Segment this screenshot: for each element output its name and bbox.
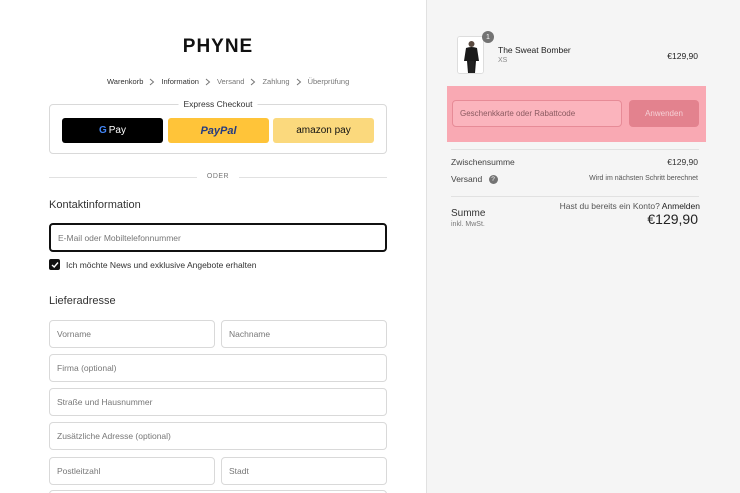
product-variant: XS xyxy=(498,57,508,64)
company-field[interactable]: Firma (optional) xyxy=(49,354,387,382)
breadcrumb: Warenkorb Information Versand Zahlung Üb… xyxy=(107,77,349,86)
chevron-right-icon xyxy=(295,78,303,86)
amazon-pay-button[interactable]: amazon pay xyxy=(273,118,374,143)
brand-logo[interactable]: PHYNE xyxy=(0,36,436,58)
subtotal-label: Zwischensumme xyxy=(451,157,515,167)
amazon-pay-label: amazon pay xyxy=(296,125,351,136)
total-tax-note: inkl. MwSt. xyxy=(451,221,485,228)
total-value: €129,90 xyxy=(647,211,698,227)
product-price: €129,90 xyxy=(667,51,698,61)
address2-field[interactable]: Zusätzliche Adresse (optional) xyxy=(49,422,387,450)
product-image xyxy=(458,37,483,73)
subtotal-value: €129,90 xyxy=(667,157,698,167)
summary-divider xyxy=(451,149,699,150)
or-divider-label: ODER xyxy=(206,173,230,180)
express-checkout-title: Express Checkout xyxy=(178,99,258,109)
login-link[interactable]: Anmelden xyxy=(662,201,700,211)
total-divider xyxy=(451,196,699,197)
last-name-field[interactable]: Nachname xyxy=(221,320,387,348)
paypal-button[interactable]: PayPal xyxy=(168,118,269,143)
newsletter-option[interactable]: Ich möchte News und exklusive Angebote e… xyxy=(49,259,256,270)
chevron-right-icon xyxy=(148,78,156,86)
product-name: The Sweat Bomber xyxy=(498,45,571,55)
checkmark-icon xyxy=(51,261,59,268)
first-name-field[interactable]: Vorname xyxy=(49,320,215,348)
last-name-placeholder: Nachname xyxy=(229,329,271,339)
product-thumbnail xyxy=(457,36,484,74)
breadcrumb-information: Information xyxy=(161,77,199,86)
email-field-placeholder: E-Mail oder Mobiltelefonnummer xyxy=(58,232,181,243)
email-field[interactable]: E-Mail oder Mobiltelefonnummer xyxy=(49,223,387,252)
zip-field[interactable]: Postleitzahl xyxy=(49,457,215,485)
newsletter-checkbox[interactable] xyxy=(49,259,60,270)
breadcrumb-shipping: Versand xyxy=(216,77,245,86)
discount-code-placeholder: Geschenkkarte oder Rabattcode xyxy=(460,109,576,118)
apply-discount-button[interactable]: Anwenden xyxy=(629,100,699,127)
address2-placeholder: Zusätzliche Adresse (optional) xyxy=(57,431,171,441)
company-placeholder: Firma (optional) xyxy=(57,363,117,373)
contact-section-title: Kontaktinformation xyxy=(49,199,141,211)
apply-discount-label: Anwenden xyxy=(645,109,683,118)
shipping-cost-row: Versand ? xyxy=(451,174,498,185)
account-prompt-text: Hast du bereits ein Konto? xyxy=(559,201,660,211)
or-divider: ODER xyxy=(49,172,387,182)
discount-code-input[interactable]: Geschenkkarte oder Rabattcode xyxy=(452,100,622,127)
first-name-placeholder: Vorname xyxy=(57,329,92,339)
paypal-label: PayPal xyxy=(200,124,237,137)
newsletter-label: Ich möchte News und exklusive Angebote e… xyxy=(66,259,257,270)
zip-placeholder: Postleitzahl xyxy=(57,466,101,476)
shipping-section-title: Lieferadresse xyxy=(49,295,116,307)
help-icon[interactable]: ? xyxy=(488,175,498,185)
street-placeholder: Straße und Hausnummer xyxy=(57,397,153,407)
street-field[interactable]: Straße und Hausnummer xyxy=(49,388,387,416)
breadcrumb-payment: Zahlung xyxy=(262,77,290,86)
chevron-right-icon xyxy=(204,78,212,86)
chevron-right-icon xyxy=(249,78,257,86)
shipping-cost-label: Versand xyxy=(451,174,483,184)
breadcrumb-review: Überprüfung xyxy=(307,77,350,86)
total-label: Summe xyxy=(451,208,486,219)
shipping-cost-value: Wird im nächsten Schritt berechnet xyxy=(589,175,698,182)
google-pay-label: Pay xyxy=(108,125,126,136)
account-prompt: Hast du bereits ein Konto? Anmelden xyxy=(560,201,700,211)
city-field[interactable]: Stadt xyxy=(221,457,387,485)
quantity-badge: 1 xyxy=(482,31,494,43)
google-g-icon: G xyxy=(98,125,107,136)
express-checkout: Express Checkout G Pay PayPal amazon pay xyxy=(49,99,387,154)
google-pay-button[interactable]: G Pay xyxy=(62,118,163,143)
breadcrumb-cart[interactable]: Warenkorb xyxy=(107,77,143,86)
city-placeholder: Stadt xyxy=(229,466,249,476)
